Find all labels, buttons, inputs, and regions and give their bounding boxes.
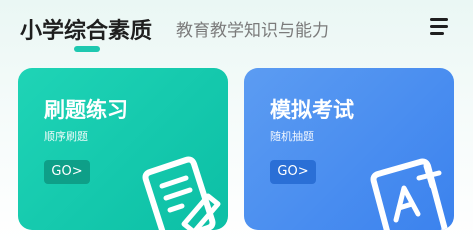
- practice-go-button[interactable]: GO>: [44, 160, 90, 184]
- top-header: 小学综合素质 教育教学知识与能力: [0, 0, 473, 60]
- exam-card-title: 模拟考试: [270, 98, 354, 122]
- menu-bar: [430, 32, 444, 35]
- menu-bar: [430, 18, 448, 21]
- active-tab-indicator: [74, 46, 100, 52]
- exam-go-button[interactable]: GO>: [270, 160, 316, 184]
- grade-a-plus-icon: [370, 158, 448, 230]
- tab-teaching-knowledge-ability[interactable]: 教育教学知识与能力: [176, 16, 329, 41]
- practice-card-title: 刷题练习: [44, 98, 128, 122]
- menu-icon[interactable]: [430, 15, 454, 39]
- practice-card-subtitle: 顺序刷题: [44, 130, 88, 143]
- exam-card-subtitle: 随机抽题: [270, 130, 314, 143]
- menu-bar: [430, 25, 448, 28]
- note-pencil-icon: [142, 156, 221, 230]
- practice-card[interactable]: 刷题练习 顺序刷题 GO>: [18, 68, 228, 230]
- tab-primary-comprehensive-quality[interactable]: 小学综合素质: [20, 13, 152, 45]
- exam-card[interactable]: 模拟考试 随机抽题 GO>: [244, 68, 454, 230]
